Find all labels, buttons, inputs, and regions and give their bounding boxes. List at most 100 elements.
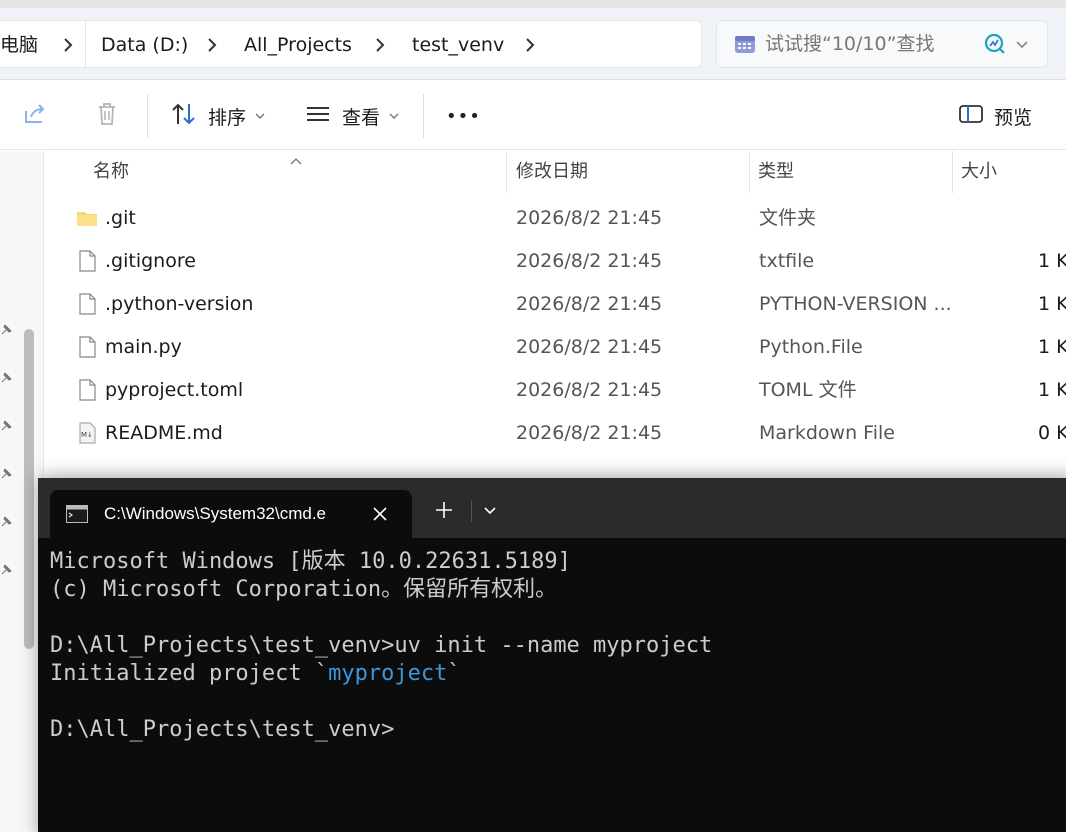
file-size: 1 K <box>1038 293 1066 315</box>
file-icon <box>76 250 98 272</box>
file-type: Python.File <box>759 336 863 358</box>
pin-icon <box>0 417 14 431</box>
file-name: pyproject.toml <box>105 379 244 401</box>
new-tab-icon[interactable] <box>434 500 454 520</box>
chevron-right-icon[interactable] <box>56 33 80 57</box>
sort-label: 排序 <box>208 106 247 129</box>
copilot-search-icon[interactable] <box>983 32 1007 56</box>
file-modified: 2026/8/2 21:45 <box>516 293 663 315</box>
file-modified: 2026/8/2 21:45 <box>516 250 663 272</box>
chevron-right-icon[interactable] <box>368 33 392 57</box>
delete-button[interactable] <box>94 92 120 140</box>
breadcrumb-this-pc[interactable]: 电脑 <box>0 21 38 69</box>
sort-icon <box>170 100 198 132</box>
more-options-button[interactable]: ••• <box>446 92 481 140</box>
breadcrumb-test-venv[interactable]: test_venv <box>412 21 504 69</box>
trash-icon <box>94 101 120 131</box>
file-row-git[interactable]: .git 2026/8/2 21:45 文件夹 <box>46 197 1066 240</box>
console-line: D:\All_Projects\test_venv>uv init --name… <box>50 633 713 658</box>
navigation-scrollbar[interactable] <box>24 329 34 649</box>
file-icon <box>76 379 98 401</box>
chevron-down-icon[interactable] <box>1013 35 1031 53</box>
share-button[interactable] <box>22 92 48 140</box>
project-name-highlight: myproject <box>328 661 448 686</box>
column-header-type[interactable]: 类型 <box>758 151 794 193</box>
file-name: main.py <box>105 336 182 358</box>
file-icon <box>76 336 98 358</box>
file-size: 1 K <box>1038 250 1066 272</box>
file-icon <box>76 293 98 315</box>
file-row-readme-md[interactable]: M↓ README.md 2026/8/2 21:45 Markdown Fil… <box>46 412 1066 455</box>
console-text: Initialized project ` <box>50 661 329 686</box>
file-type: Markdown File <box>759 422 895 444</box>
file-type: txtfile <box>759 250 815 272</box>
view-list-icon <box>304 100 332 132</box>
chevron-right-icon[interactable] <box>200 33 224 57</box>
file-list: .git 2026/8/2 21:45 文件夹 .gitignore 2026/… <box>46 197 1066 455</box>
column-header-size[interactable]: 大小 <box>961 151 997 193</box>
svg-text:M↓: M↓ <box>81 431 93 439</box>
file-modified: 2026/8/2 21:45 <box>516 379 663 401</box>
pin-icon <box>0 369 14 383</box>
pin-icon <box>0 561 14 575</box>
chevron-down-icon <box>388 107 400 126</box>
file-name: .gitignore <box>105 250 196 272</box>
preview-pane-button[interactable]: 预览 <box>958 92 1032 140</box>
console-line: Microsoft Windows [版本 10.0.22631.5189] <box>50 549 571 574</box>
preview-pane-icon <box>958 101 984 131</box>
file-row-python-version[interactable]: .python-version 2026/8/2 21:45 PYTHON-VE… <box>46 283 1066 326</box>
toolbar-divider <box>423 94 424 138</box>
close-tab-icon[interactable] <box>370 504 390 524</box>
terminal-tab-cmd[interactable]: C:\Windows\System32\cmd.e <box>50 490 412 538</box>
file-row-gitignore[interactable]: .gitignore 2026/8/2 21:45 txtfile 1 K <box>46 240 1066 283</box>
preview-label: 预览 <box>994 106 1033 129</box>
tab-strip-divider <box>471 500 472 522</box>
dropdown-chevron-icon[interactable] <box>482 502 498 518</box>
file-row-main-py[interactable]: main.py 2026/8/2 21:45 Python.File 1 K <box>46 326 1066 369</box>
sort-ascending-icon <box>289 151 303 170</box>
file-name: README.md <box>105 422 223 444</box>
command-bar: 排序 查看 ••• 预览 <box>0 82 1066 150</box>
view-button[interactable]: 查看 <box>304 92 400 140</box>
column-divider[interactable] <box>506 151 507 193</box>
chevron-down-icon <box>254 107 266 126</box>
column-divider[interactable] <box>749 151 750 193</box>
file-type: 文件夹 <box>759 207 817 229</box>
file-modified: 2026/8/2 21:45 <box>516 336 663 358</box>
file-size: 1 K <box>1038 336 1066 358</box>
sort-button[interactable]: 排序 <box>170 92 266 140</box>
terminal-tab-strip: C:\Windows\System32\cmd.e <box>38 478 1066 538</box>
file-size: 0 K <box>1038 422 1066 444</box>
console-line: Initialized project `myproject` <box>50 660 1066 688</box>
column-header-name[interactable]: 名称 <box>93 151 129 193</box>
more-options-icon: ••• <box>446 105 481 127</box>
console-line: (c) Microsoft Corporation。保留所有权利。 <box>50 577 558 602</box>
breadcrumb-data-drive[interactable]: Data (D:) <box>101 21 188 69</box>
markdown-file-icon: M↓ <box>76 422 98 444</box>
column-divider[interactable] <box>952 151 953 193</box>
chevron-right-icon[interactable] <box>518 33 542 57</box>
file-modified: 2026/8/2 21:45 <box>516 422 663 444</box>
file-type: TOML 文件 <box>759 379 857 401</box>
search-box[interactable]: 试试搜“10/10”查找 <box>716 20 1048 68</box>
column-header-modified[interactable]: 修改日期 <box>516 151 588 193</box>
calendar-icon <box>733 32 757 56</box>
toolbar-divider <box>147 94 148 138</box>
console-text: ` <box>447 661 461 686</box>
pin-icon <box>0 321 14 335</box>
cmd-icon <box>66 505 88 523</box>
search-input[interactable]: 试试搜“10/10”查找 <box>765 21 961 67</box>
file-type: PYTHON-VERSION ... <box>759 293 952 315</box>
console-prompt: D:\All_Projects\test_venv> <box>50 717 395 742</box>
breadcrumb-all-projects[interactable]: All_Projects <box>244 21 352 69</box>
window-top-edge <box>0 0 1066 8</box>
share-icon <box>22 101 48 131</box>
file-row-pyproject-toml[interactable]: pyproject.toml 2026/8/2 21:45 TOML 文件 1 … <box>46 369 1066 412</box>
address-bar[interactable]: 电脑 Data (D:) All_Projects test_venv <box>0 20 702 69</box>
terminal-console[interactable]: Microsoft Windows [版本 10.0.22631.5189] (… <box>38 538 1066 832</box>
file-size: 1 K <box>1038 379 1066 401</box>
file-modified: 2026/8/2 21:45 <box>516 207 663 229</box>
pin-icon <box>0 465 14 479</box>
